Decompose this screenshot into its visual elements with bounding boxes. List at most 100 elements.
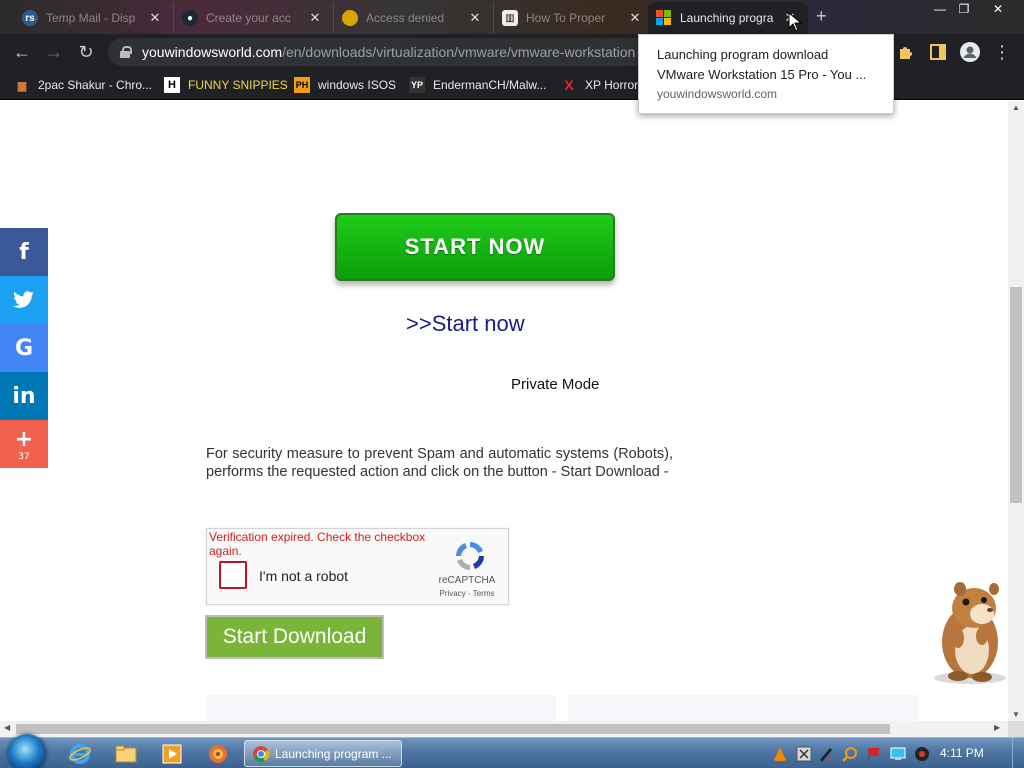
new-tab-button[interactable]: + bbox=[816, 6, 827, 27]
address-bar[interactable]: youwindowsworld.com/en/downloads/virtual… bbox=[108, 38, 648, 66]
volume-tray-icon[interactable] bbox=[914, 746, 930, 762]
scroll-left-arrow[interactable]: ◀ bbox=[4, 723, 10, 732]
tab-access-denied[interactable]: Access denied ✕ bbox=[334, 2, 494, 34]
tab-hover-card: Launching program download VMware Workst… bbox=[638, 34, 894, 114]
content-panel-right bbox=[568, 695, 918, 721]
folder-icon bbox=[115, 745, 137, 763]
recaptcha-privacy-terms[interactable]: Privacy - Terms bbox=[427, 589, 507, 598]
start-button[interactable] bbox=[8, 734, 46, 768]
recaptcha-logo-icon bbox=[456, 542, 484, 570]
vlc-tray-icon[interactable] bbox=[772, 746, 788, 762]
search-tray-icon[interactable] bbox=[842, 746, 858, 762]
window-close-button[interactable]: ✕ bbox=[984, 0, 1012, 18]
taskbar-internet-explorer[interactable] bbox=[60, 741, 100, 767]
horizontal-scroll-thumb[interactable] bbox=[16, 724, 890, 734]
scroll-right-arrow[interactable]: ▶ bbox=[994, 723, 1000, 732]
steam-icon: ● bbox=[182, 10, 198, 26]
scroll-down-arrow[interactable]: ▼ bbox=[1008, 710, 1024, 719]
tab-create-account[interactable]: ● Create your acc ✕ bbox=[174, 2, 334, 34]
vertical-scrollbar[interactable]: ▲ ▼ bbox=[1008, 101, 1024, 721]
vertical-scroll-thumb[interactable] bbox=[1010, 287, 1022, 503]
ph-logo-icon: PH bbox=[294, 77, 310, 93]
reload-button[interactable]: ↻ bbox=[74, 41, 98, 65]
chrome-icon bbox=[253, 745, 269, 762]
page-content: START NOW >>Start now Private Mode For s… bbox=[0, 101, 1008, 721]
share-count: 37 bbox=[18, 451, 30, 462]
tab-strip: rs Temp Mail - Disp ✕ ● Create your acc … bbox=[0, 0, 1024, 34]
taskbar-explorer[interactable] bbox=[106, 741, 146, 767]
bookmark-windows-isos[interactable]: PH windows ISOS bbox=[294, 76, 396, 94]
url-path: /en/downloads/virtualization/vmware/vmwa… bbox=[282, 44, 636, 60]
side-panel-icon[interactable] bbox=[928, 42, 948, 62]
flag-tray-icon[interactable] bbox=[866, 746, 882, 762]
show-desktop-button[interactable] bbox=[1012, 738, 1024, 768]
tab-launching-program[interactable]: Launching progra ✕ bbox=[648, 2, 808, 34]
horizontal-scrollbar[interactable]: ◀ ▶ bbox=[0, 721, 1008, 737]
close-icon[interactable]: ✕ bbox=[147, 10, 163, 26]
close-icon[interactable]: ✕ bbox=[467, 10, 483, 26]
bookmark-xp-horror[interactable]: X XP Horror bbox=[561, 76, 638, 94]
bookmark-2pac[interactable]: ▆ 2pac Shakur - Chro... bbox=[14, 76, 152, 94]
hover-card-title: Launching program download bbox=[657, 47, 829, 62]
network-tray-icon[interactable] bbox=[796, 746, 812, 762]
security-notice: For security measure to prevent Spam and… bbox=[206, 446, 673, 480]
mouse-cursor-icon bbox=[788, 12, 802, 32]
display-tray-icon[interactable] bbox=[890, 746, 906, 762]
share-more-button[interactable]: + 37 bbox=[0, 420, 48, 468]
bookmark-folder-icon: ▆ bbox=[17, 79, 27, 92]
profile-avatar-icon[interactable] bbox=[960, 42, 980, 62]
x-logo-icon: X bbox=[564, 77, 574, 93]
scroll-up-arrow[interactable]: ▲ bbox=[1008, 103, 1024, 112]
hamster-mascot-icon bbox=[934, 582, 1006, 684]
tab-how-to[interactable]: ▥ How To Proper ✕ bbox=[494, 2, 654, 34]
recaptcha-checkbox[interactable] bbox=[219, 561, 247, 589]
taskbar-app[interactable] bbox=[198, 741, 238, 767]
restore-button[interactable]: ❐ bbox=[950, 0, 978, 18]
yp-logo-icon: YP bbox=[409, 77, 425, 93]
chrome-icon bbox=[342, 10, 358, 26]
scroll-corner bbox=[1008, 721, 1024, 737]
tool-tray-icon[interactable] bbox=[818, 746, 834, 762]
windows-logo-icon bbox=[656, 10, 672, 26]
internet-explorer-icon bbox=[69, 744, 91, 764]
content-panel-left bbox=[206, 695, 556, 721]
start-download-button[interactable]: Start Download bbox=[205, 615, 384, 659]
lock-icon bbox=[120, 46, 132, 58]
private-mode-label: Private Mode bbox=[511, 376, 600, 393]
share-google-button[interactable]: G bbox=[0, 324, 48, 372]
twitter-icon bbox=[13, 291, 34, 308]
hover-card-subtitle: VMware Workstation 15 Pro - You ... bbox=[657, 67, 867, 82]
linkedin-icon: in bbox=[12, 383, 36, 409]
screen: rs Temp Mail - Disp ✕ ● Create your acc … bbox=[0, 0, 1024, 768]
extensions-puzzle-icon[interactable] bbox=[896, 42, 916, 62]
share-facebook-button[interactable]: f bbox=[0, 228, 48, 276]
app-swirl-icon bbox=[209, 745, 227, 763]
google-icon: G bbox=[14, 335, 34, 361]
forward-button[interactable]: → bbox=[42, 41, 66, 65]
h-logo-icon: H bbox=[164, 77, 180, 93]
close-icon[interactable]: ✕ bbox=[307, 10, 323, 26]
bookmark-endermanch[interactable]: YP EndermanCH/Malw... bbox=[409, 76, 546, 94]
hover-card-domain: youwindowsworld.com bbox=[657, 87, 778, 101]
taskbar-media-player[interactable] bbox=[152, 741, 192, 767]
tab-temp-mail[interactable]: rs Temp Mail - Disp ✕ bbox=[14, 2, 174, 34]
recaptcha-error: Verification expired. Check the checkbox… bbox=[209, 530, 426, 558]
facebook-icon: f bbox=[19, 239, 29, 265]
plus-icon: + bbox=[14, 426, 34, 452]
media-player-icon bbox=[162, 744, 182, 764]
temp-mail-icon: rs bbox=[22, 10, 38, 26]
share-twitter-button[interactable] bbox=[0, 276, 48, 324]
url-host: youwindowsworld.com bbox=[142, 44, 283, 60]
recaptcha-label: I'm not a robot bbox=[259, 568, 349, 584]
back-button[interactable]: ← bbox=[10, 41, 34, 65]
recaptcha-brand: reCAPTCHA bbox=[438, 575, 496, 586]
more-menu-icon[interactable]: ⋮ bbox=[990, 41, 1014, 65]
taskbar-chrome-window[interactable]: Launching program ... bbox=[244, 740, 402, 767]
bookmark-icon: ▥ bbox=[502, 10, 518, 26]
taskbar-clock[interactable]: 4:11 PM bbox=[940, 746, 984, 760]
bookmark-funny-snippies[interactable]: H FUNNY SNIPPIES bbox=[164, 76, 288, 94]
start-now-button[interactable]: START NOW bbox=[335, 213, 615, 281]
share-linkedin-button[interactable]: in bbox=[0, 372, 48, 420]
close-icon[interactable]: ✕ bbox=[627, 10, 643, 26]
start-now-link[interactable]: >>Start now bbox=[406, 311, 525, 337]
